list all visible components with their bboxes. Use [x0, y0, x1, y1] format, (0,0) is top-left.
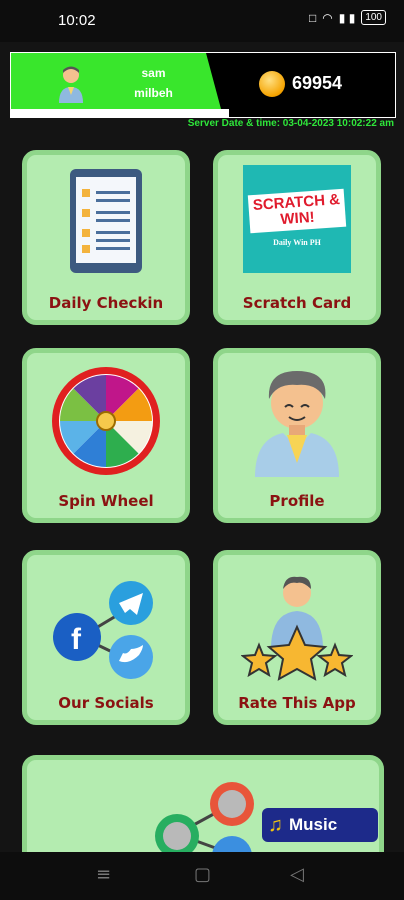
server-datetime: Server Date & time: 03-04-2023 10:02:22 … — [187, 118, 394, 129]
spin-wheel-icon — [52, 367, 160, 475]
spin-wheel-card[interactable]: Spin Wheel — [22, 348, 190, 523]
profile-card[interactable]: Profile — [213, 348, 381, 523]
spin-wheel-label: Spin Wheel — [58, 492, 154, 510]
our-socials-card[interactable]: f Our Socials — [22, 550, 190, 725]
music-label: Music — [289, 815, 338, 834]
daily-checkin-label: Daily Checkin — [48, 294, 164, 312]
rate-this-app-card[interactable]: Rate This App — [213, 550, 381, 725]
scratch-card-title: SCRATCH & WIN! — [247, 188, 347, 233]
home-icon[interactable]: ▢ — [194, 864, 211, 885]
system-nav-bar: ≡ ▢ ◁ — [0, 852, 404, 900]
referral-network-icon — [155, 782, 254, 854]
music-note-icon: ♫ — [268, 813, 283, 836]
vibrate-icon: □ — [309, 10, 317, 25]
profile-label: Profile — [269, 492, 325, 510]
user-name: sam milbeh — [106, 63, 201, 103]
social-network-icon: f — [53, 581, 153, 679]
music-button[interactable]: ♫ Music — [262, 808, 378, 842]
wifi-icon: ◠ — [322, 10, 333, 25]
our-socials-label: Our Socials — [58, 694, 154, 712]
user-header: sam milbeh 69954 — [10, 52, 396, 118]
scratch-card-image: SCRATCH & WIN! Daily Win PH — [243, 165, 351, 273]
checklist-icon — [70, 169, 142, 273]
status-icons: □ ◠ ▮ ▮ 100 — [309, 10, 386, 25]
status-time: 10:02 — [58, 12, 96, 29]
profile-icon — [255, 371, 339, 477]
coin-balance: 69954 — [292, 73, 343, 93]
scratch-card-card[interactable]: SCRATCH & WIN! Daily Win PH Scratch Card — [213, 150, 381, 325]
rate-app-icon — [241, 576, 353, 681]
signal-icon: ▮ ▮ — [338, 10, 356, 25]
header-underline — [11, 109, 229, 117]
coin-icon — [259, 71, 285, 97]
battery-icon: 100 — [361, 10, 386, 25]
user-name-last: milbeh — [134, 86, 173, 100]
user-avatar-icon — [59, 66, 83, 103]
svg-text:f: f — [71, 623, 82, 656]
scratch-card-subtitle: Daily Win PH — [273, 237, 321, 247]
recent-apps-icon[interactable]: ≡ — [96, 864, 111, 885]
daily-checkin-card[interactable]: Daily Checkin — [22, 150, 190, 325]
user-name-first: sam — [141, 66, 166, 80]
scratch-card-label: Scratch Card — [242, 294, 352, 312]
back-icon[interactable]: ◁ — [290, 864, 304, 885]
rate-this-app-label: Rate This App — [238, 694, 356, 712]
status-bar: 10:02 □ ◠ ▮ ▮ 100 — [0, 0, 404, 42]
